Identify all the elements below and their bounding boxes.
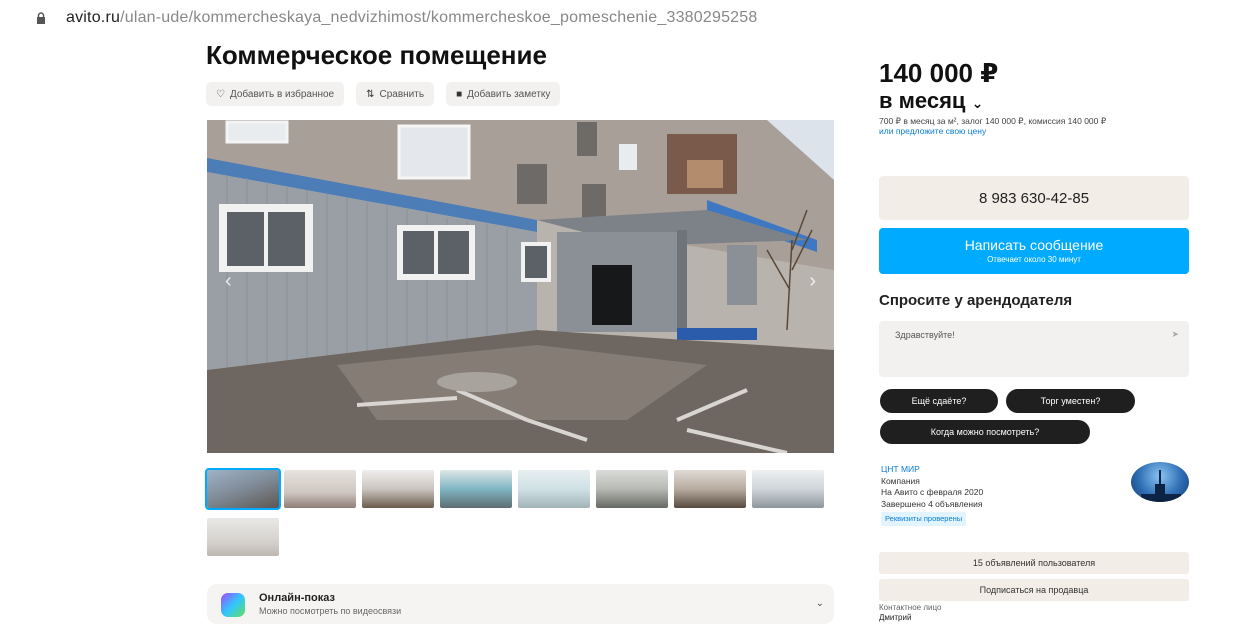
seller-completed: Завершено 4 объявления [881,498,983,509]
thumbnail[interactable] [518,470,590,508]
lock-icon [37,12,45,24]
price-details: 700 ₽ в месяц за м², залог 140 000 ₽, ко… [879,116,1139,136]
quick-question-chip[interactable]: Когда можно посмотреть? [880,420,1090,444]
seller-type: Компания [881,475,920,486]
online-show-title: Онлайн-показ [259,592,335,604]
online-show-panel[interactable]: Онлайн-показ Можно посмотреть по видеосв… [207,584,834,624]
listing-actions: ♡ Добавить в избранное ⇅ Сравнить ■ Доба… [206,82,561,106]
seller-ads-label: 15 объявлений пользователя [972,558,1096,568]
add-note-button[interactable]: ■ Добавить заметку [446,82,561,106]
url-text[interactable]: avito.ru/ulan-ude/kommercheskaya_nedvizh… [66,9,757,27]
page-title: Коммерческое помещение [206,40,547,70]
note-icon: ■ [456,88,463,100]
thumbnail[interactable] [205,468,281,510]
next-photo-icon[interactable]: › [809,270,816,293]
send-icon[interactable]: ➤ [1171,329,1179,340]
main-photo[interactable]: ‹ › [207,120,834,453]
seller-since: На Авито с февраля 2020 [881,487,984,497]
price: 140 000 ₽ [879,58,999,88]
quick-question-chip[interactable]: Торг уместен? [1006,389,1135,413]
browser-address-bar[interactable]: avito.ru/ulan-ude/kommercheskaya_nedvizh… [0,0,1257,40]
chevron-down-icon: ⌄ [971,95,984,111]
verified-badge: Реквизиты проверены [881,512,967,526]
price-period-selector[interactable]: в месяц ⌄ [879,88,983,114]
chevron-down-icon: ⌄ [815,598,824,609]
thumbnail[interactable] [674,470,746,508]
thumbnail[interactable] [752,470,824,508]
add-favorite-button[interactable]: ♡ Добавить в избранное [206,82,345,106]
compare-button[interactable]: ⇅ Сравнить [356,82,435,106]
thumbnail[interactable] [362,470,434,508]
subscribe-seller-label: Подписаться на продавца [979,585,1089,595]
contact-person-name: Дмитрий [879,613,912,622]
thumbnail[interactable] [207,518,279,556]
ask-landlord-title: Спросите у арендодателя [879,292,1073,309]
tower-image [1141,470,1181,502]
video-call-icon [221,593,245,617]
ask-message-input[interactable]: Здравствуйте! ➤ [879,321,1189,377]
compare-icon: ⇅ [366,88,375,100]
seller-name[interactable]: ЦНТ МИР [881,464,983,476]
building-photo [207,120,834,453]
thumbnail[interactable] [596,470,668,508]
phone-number: 8 983 630-42-85 [978,189,1090,207]
subscribe-seller-button[interactable]: Подписаться на продавца [879,579,1189,601]
seller-info: ЦНТ МИР Компания На Авито с февраля 2020… [881,464,983,526]
offer-price-link[interactable]: или предложите свою цену [879,126,986,136]
url-path: /ulan-ude/kommercheskaya_nedvizhimost/ko… [120,9,758,26]
response-time: Отвечает около 30 минут [987,255,1081,264]
thumbnail[interactable] [440,470,512,508]
ask-message-placeholder: Здравствуйте! [895,330,955,340]
quick-question-chip[interactable]: Ещё сдаёте? [880,389,998,413]
price-period: в месяц [879,88,966,113]
contact-person-label: Контактное лицо [879,603,942,612]
price-details-text: 700 ₽ в месяц за м², залог 140 000 ₽, ко… [879,116,1107,126]
heart-icon: ♡ [216,88,225,100]
add-note-label: Добавить заметку [467,88,551,100]
prev-photo-icon[interactable]: ‹ [225,270,232,293]
show-phone-button[interactable]: 8 983 630-42-85 [879,176,1189,220]
thumbnail[interactable] [284,470,356,508]
seller-avatar[interactable] [1131,462,1189,502]
compare-label: Сравнить [379,88,425,100]
write-message-label: Написать сообщение [964,237,1104,253]
online-show-subtitle: Можно посмотреть по видеосвязи [259,606,402,616]
seller-ads-button[interactable]: 15 объявлений пользователя [879,552,1189,574]
write-message-button[interactable]: Написать сообщение Отвечает около 30 мин… [879,228,1189,274]
contact-person: Контактное лицо Дмитрий [879,603,941,623]
add-favorite-label: Добавить в избранное [229,88,335,100]
url-host: avito.ru [66,9,121,26]
